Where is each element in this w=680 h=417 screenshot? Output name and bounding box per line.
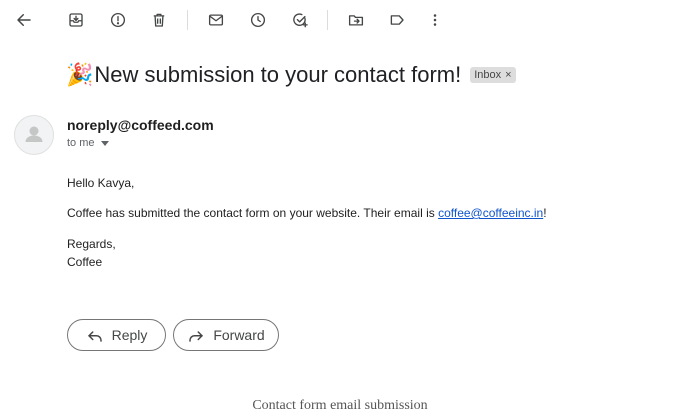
figure-caption: Contact form email submission <box>252 398 428 413</box>
party-popper-icon: 🎉 <box>66 62 94 87</box>
toolbar-divider <box>187 10 188 30</box>
move-to-icon[interactable] <box>344 8 368 32</box>
archive-icon[interactable] <box>64 8 88 32</box>
inbox-label-badge: Inbox × <box>470 67 516 83</box>
forward-icon <box>189 331 204 342</box>
toolbar-divider <box>327 10 328 30</box>
chevron-down-icon <box>100 140 109 146</box>
forward-button-label: Forward <box>213 327 265 343</box>
forward-button[interactable]: Forward <box>173 319 279 351</box>
person-icon <box>25 126 43 142</box>
mark-unread-icon[interactable] <box>204 8 228 32</box>
sender-avatar[interactable] <box>14 115 54 155</box>
add-to-tasks-icon[interactable] <box>288 8 312 32</box>
remove-label-icon[interactable]: × <box>505 69 511 81</box>
email-sign-off: Regards, <box>67 237 116 251</box>
recipient-label: to me <box>67 137 95 149</box>
reply-button-label: Reply <box>111 327 148 343</box>
email-subject-row: 🎉 New submission to your contact form! I… <box>66 60 516 90</box>
delete-icon[interactable] <box>147 8 171 32</box>
contact-email-link[interactable]: coffee@coffeeinc.in <box>438 206 543 220</box>
email-body-punctuation: ! <box>543 206 547 220</box>
email-signature: Coffee <box>67 255 103 269</box>
more-options-icon[interactable] <box>423 8 447 32</box>
email-body-line: Coffee has submitted the contact form on… <box>67 206 547 220</box>
email-toolbar <box>0 0 680 40</box>
email-greeting: Hello Kavya, <box>67 176 135 190</box>
snooze-icon[interactable] <box>246 8 270 32</box>
report-spam-icon[interactable] <box>106 8 130 32</box>
label-icon[interactable] <box>385 8 409 32</box>
back-arrow-icon[interactable] <box>12 8 36 32</box>
inbox-label-text: Inbox <box>474 69 502 81</box>
reply-icon <box>87 331 102 342</box>
sender-email[interactable]: noreply@coffeed.com <box>67 117 214 133</box>
reply-button[interactable]: Reply <box>67 319 166 351</box>
email-subject: New submission to your contact form! <box>94 62 462 87</box>
recipient-details-toggle[interactable]: to me <box>67 137 109 149</box>
email-body-text: Coffee has submitted the contact form on… <box>67 206 439 220</box>
